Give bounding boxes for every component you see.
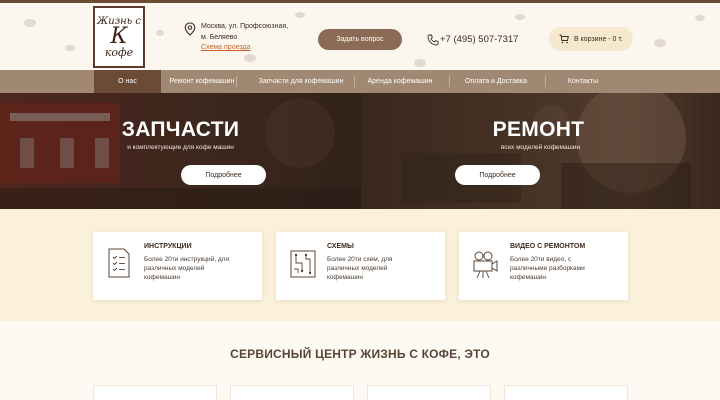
card-text-line: различных моделей bbox=[144, 265, 205, 272]
card-text-line: кофемашин bbox=[144, 274, 181, 281]
logo-text-mid: К bbox=[110, 23, 128, 49]
nav-separator bbox=[545, 76, 546, 87]
hero-parts-title: ЗАПЧАСТИ bbox=[121, 118, 240, 141]
hero-parts-panel: ЗАПЧАСТИ и комплектующие для кофе машин … bbox=[0, 93, 361, 209]
nav-item-payment-delivery[interactable]: Оплата и Доставка bbox=[457, 70, 535, 93]
card-text-line: Более 20ти схем, для bbox=[327, 256, 393, 263]
card-text-line: различными разборками bbox=[510, 265, 585, 272]
card-text-line: Более 20ти видео, с bbox=[510, 256, 572, 263]
logo[interactable]: Жизнь с К кофе bbox=[93, 6, 145, 68]
movie-camera-icon bbox=[473, 251, 498, 279]
nav-item-rental[interactable]: Аренда кофемашин bbox=[362, 70, 438, 93]
circuit-board-icon bbox=[290, 250, 316, 278]
card-text-line: кофемашин bbox=[510, 274, 547, 281]
card-title: ВИДЕО С РЕМОНТОМ bbox=[510, 243, 586, 250]
nav-item-repair[interactable]: Ремонт кофемашин bbox=[168, 70, 236, 93]
hero-overlay bbox=[0, 93, 361, 209]
phone-number[interactable]: +7 (495) 507-7317 bbox=[440, 34, 518, 45]
hero-banner: ЗАПЧАСТИ и комплектующие для кофе машин … bbox=[0, 93, 720, 209]
card-text: Более 20ти видео, с различными разборкам… bbox=[510, 255, 620, 282]
document-checklist-icon bbox=[108, 248, 130, 278]
feature-card bbox=[93, 385, 217, 400]
parts-more-button[interactable]: Подробнее bbox=[181, 165, 266, 185]
card-text-line: кофемашин bbox=[327, 274, 364, 281]
site-header: Жизнь с К кофе Москва, ул. Профсоюзная, … bbox=[0, 0, 720, 70]
nav-item-about[interactable]: О нас bbox=[94, 70, 161, 93]
nav-item-contacts[interactable]: Контакты bbox=[553, 70, 613, 93]
hero-repair-panel: РЕМОНТ всех моделей кофемашин Подробнее bbox=[361, 93, 720, 209]
main-nav: О нас Ремонт кофемашин Запчасти для кофе… bbox=[0, 70, 720, 93]
cart-label: В корзине - 0 т. bbox=[574, 35, 623, 43]
nav-separator bbox=[449, 76, 450, 87]
address: Москва, ул. Профсоюзная, м. Беляево bbox=[201, 21, 301, 43]
card-schemes[interactable]: СХЕМЫ Более 20ти схем, для различных мод… bbox=[276, 232, 445, 300]
nav-separator bbox=[354, 76, 355, 87]
shopping-cart-icon bbox=[559, 34, 569, 44]
feature-card bbox=[230, 385, 354, 400]
feature-card bbox=[367, 385, 491, 400]
metro-station: м. Беляево bbox=[201, 34, 238, 41]
hero-repair-subtitle: всех моделей кофемашин bbox=[500, 144, 581, 151]
card-video[interactable]: ВИДЕО С РЕМОНТОМ Более 20ти видео, с раз… bbox=[459, 232, 628, 300]
hero-overlay bbox=[361, 93, 720, 209]
ask-question-button[interactable]: Задать вопрос bbox=[318, 29, 402, 50]
card-text: Более 20ти инструкций, для различных мод… bbox=[144, 255, 254, 282]
map-directions-link[interactable]: Схема проезда bbox=[201, 44, 250, 51]
nav-separator bbox=[236, 76, 237, 87]
service-center-section: СЕРВИСНЫЙ ЦЕНТР ЖИЗНЬ С КОФЕ, ЭТО bbox=[0, 321, 720, 400]
phone-icon bbox=[427, 34, 439, 46]
hero-parts-subtitle: и комплектующие для кофе машин bbox=[127, 144, 234, 151]
card-title: СХЕМЫ bbox=[327, 243, 354, 250]
repair-more-button[interactable]: Подробнее bbox=[455, 165, 540, 185]
card-title: ИНСТРУКЦИИ bbox=[144, 243, 192, 250]
address-line: Москва, ул. Профсоюзная, bbox=[201, 23, 289, 30]
card-text: Более 20ти схем, для различных моделей к… bbox=[327, 255, 437, 282]
nav-item-parts[interactable]: Запчасти для кофемашин bbox=[252, 70, 350, 93]
section-title: СЕРВИСНЫЙ ЦЕНТР ЖИЗНЬ С КОФЕ, ЭТО bbox=[230, 347, 490, 361]
location-pin-icon bbox=[184, 22, 196, 36]
feature-card bbox=[504, 385, 628, 400]
card-instructions[interactable]: ИНСТРУКЦИИ Более 20ти инструкций, для ра… bbox=[93, 232, 262, 300]
hero-repair-title: РЕМОНТ bbox=[492, 118, 585, 141]
card-text-line: различных моделей bbox=[327, 265, 388, 272]
cart-button[interactable]: В корзине - 0 т. bbox=[549, 27, 633, 51]
info-cards-section: ИНСТРУКЦИИ Более 20ти инструкций, для ра… bbox=[0, 209, 720, 321]
logo-text-bottom: кофе bbox=[104, 45, 134, 59]
card-text-line: Более 20ти инструкций, для bbox=[144, 256, 229, 263]
